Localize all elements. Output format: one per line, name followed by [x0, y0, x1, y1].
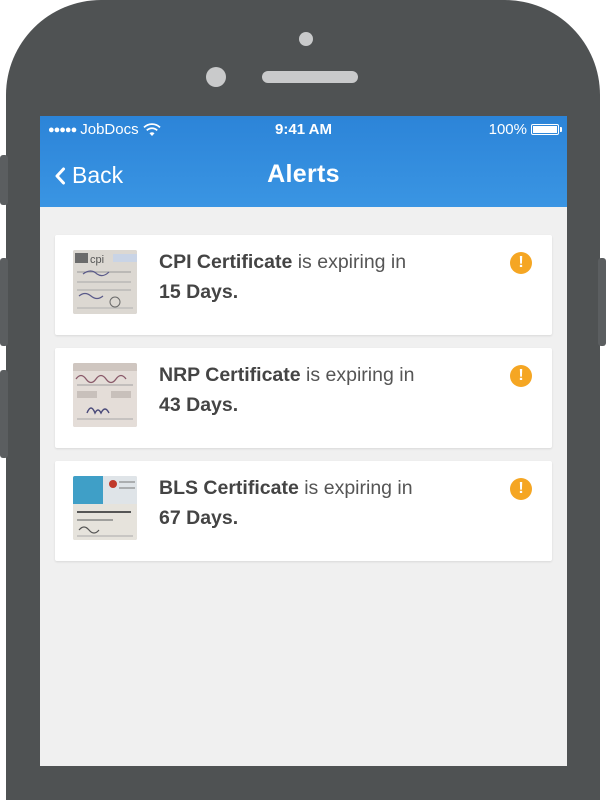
alert-message: is expiring in [306, 364, 415, 386]
thumb-logo-text: cpi [90, 254, 104, 266]
status-bar: ●●●●● JobDocs 9:41 AM 100% [40, 116, 567, 142]
mute-switch [0, 155, 8, 205]
alert-card-bls[interactable]: BLS Certificate is expiring in 67 Days. … [55, 461, 552, 561]
battery-icon [531, 124, 562, 135]
exclamation-circle-icon: ! [510, 478, 532, 500]
certificate-name: BLS Certificate [159, 477, 299, 499]
alert-card-cpi[interactable]: cpi CPI Certificate is expiring in 15 Da… [55, 235, 552, 335]
volume-down-button [0, 370, 8, 458]
alert-text: CPI Certificate is expiring in 15 Days. [159, 247, 459, 307]
alert-text: BLS Certificate is expiring in 67 Days. [159, 473, 459, 533]
days-remaining: 67 Days. [159, 507, 239, 529]
power-button [598, 258, 606, 346]
alert-card-nrp[interactable]: NRP Certificate is expiring in 43 Days. … [55, 348, 552, 448]
battery-info: 100% [488, 121, 562, 138]
alerts-list: cpi CPI Certificate is expiring in 15 Da… [40, 207, 567, 561]
navigation-bar: ●●●●● JobDocs 9:41 AM 100% Back Alerts [40, 116, 567, 207]
front-camera [299, 32, 313, 46]
certificate-thumbnail [73, 363, 137, 427]
battery-percent: 100% [488, 121, 527, 138]
alert-text: NRP Certificate is expiring in 43 Days. [159, 360, 459, 420]
certificate-name: CPI Certificate [159, 251, 293, 273]
days-remaining: 43 Days. [159, 394, 239, 416]
proximity-sensor [206, 67, 226, 87]
certificate-thumbnail: cpi [73, 250, 137, 314]
exclamation-circle-icon: ! [510, 252, 532, 274]
certificate-name: NRP Certificate [159, 364, 301, 386]
earpiece-speaker [262, 71, 358, 83]
certificate-thumbnail [73, 476, 137, 540]
nav-row: Back Alerts [40, 142, 567, 207]
alert-message: is expiring in [304, 477, 413, 499]
exclamation-circle-icon: ! [510, 365, 532, 387]
page-title: Alerts [267, 160, 340, 188]
alert-message: is expiring in [297, 251, 407, 273]
app-screen: ●●●●● JobDocs 9:41 AM 100% Back Alerts c… [40, 116, 567, 766]
days-remaining: 15 Days. [159, 281, 239, 303]
volume-up-button [0, 258, 8, 346]
